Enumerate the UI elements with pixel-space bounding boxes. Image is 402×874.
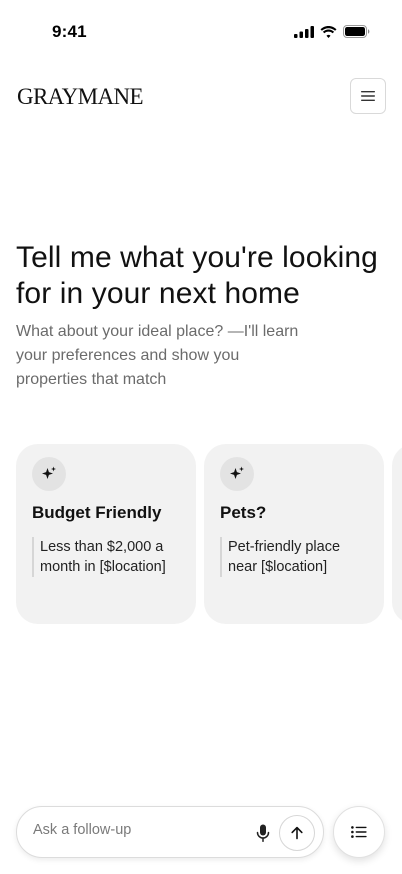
send-button[interactable] — [279, 815, 315, 851]
suggestion-card-body: Less than $2,000 a month in [$location] — [32, 537, 180, 577]
logo[interactable]: GRAYMANE — [17, 84, 144, 110]
follow-up-composer — [16, 806, 324, 858]
follow-up-input[interactable] — [33, 822, 233, 838]
microphone-button[interactable] — [253, 821, 273, 845]
status-bar: 9:41 — [0, 0, 402, 64]
suggestion-cards: Budget Friendly Less than $2,000 a month… — [16, 444, 402, 624]
suggestion-card-partial[interactable] — [392, 444, 402, 624]
suggestion-card-title: Budget Friendly — [32, 503, 162, 522]
status-time: 9:41 — [52, 22, 87, 41]
menu-button[interactable] — [350, 78, 386, 114]
sparkle-icon — [32, 457, 66, 491]
wifi-icon — [320, 25, 337, 38]
header: GRAYMANE — [0, 78, 402, 118]
page-subtitle: What about your ideal place? —I'll learn… — [16, 323, 299, 388]
suggestion-card-body: Pet-friendly place near [$location] — [220, 537, 368, 577]
hero: Tell me what you're looking for in your … — [16, 240, 386, 392]
microphone-icon — [256, 824, 270, 842]
list-button[interactable] — [333, 806, 385, 858]
status-icons — [294, 25, 370, 38]
suggestion-card-pets[interactable]: Pets? Pet-friendly place near [$location… — [204, 444, 384, 624]
hamburger-menu-icon — [361, 91, 375, 101]
page-title: Tell me what you're looking for in your … — [16, 241, 378, 310]
suggestion-card-budget-friendly[interactable]: Budget Friendly Less than $2,000 a month… — [16, 444, 196, 624]
list-icon — [351, 826, 367, 838]
suggestion-card-title: Pets? — [220, 503, 267, 522]
battery-icon — [343, 25, 370, 38]
cellular-signal-icon — [294, 25, 314, 38]
sparkle-icon — [220, 457, 254, 491]
arrow-up-icon — [291, 826, 303, 840]
